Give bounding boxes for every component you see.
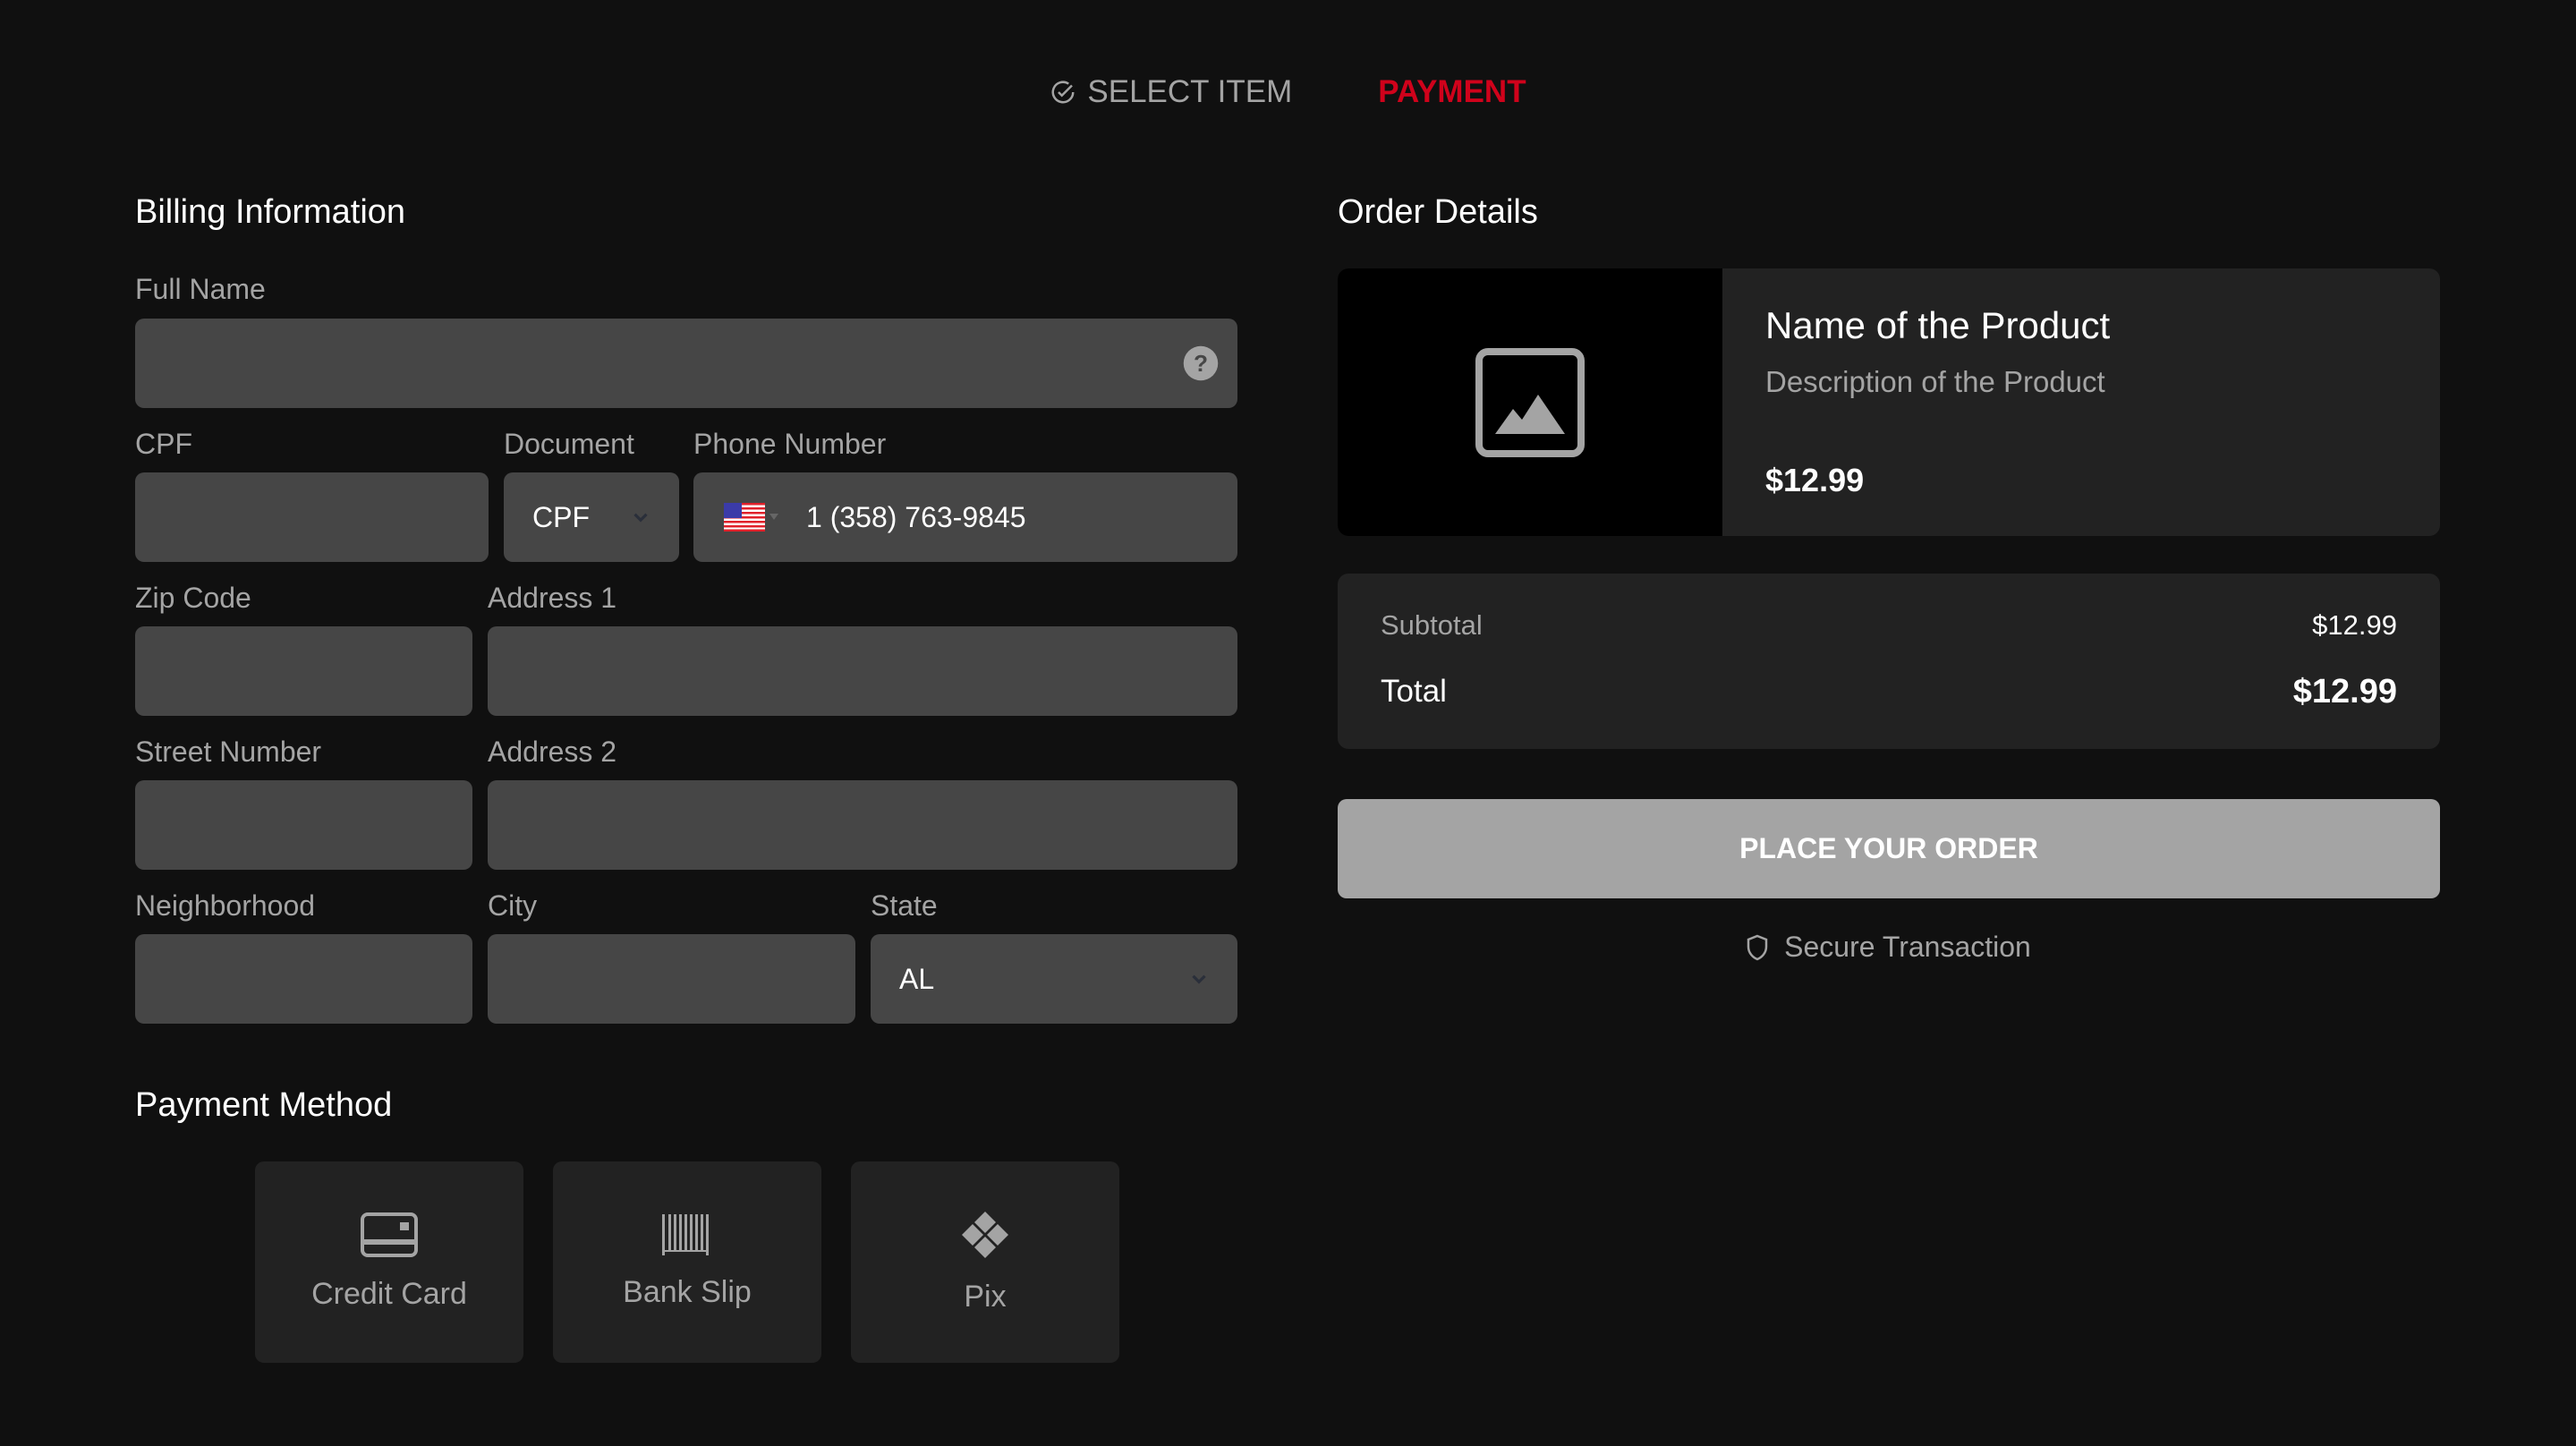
cpf-field[interactable] (135, 472, 489, 562)
barcode-icon (662, 1214, 709, 1255)
place-order-label: PLACE YOUR ORDER (1739, 832, 2038, 864)
address2-field[interactable] (488, 780, 1237, 870)
image-placeholder-icon (1475, 347, 1585, 457)
payment-method-title: Payment Method (135, 1086, 393, 1124)
checkout-stepper: SELECT ITEM PAYMENT (0, 70, 2576, 115)
address1-label: Address 1 (488, 582, 617, 614)
neighborhood-label: Neighborhood (135, 889, 316, 922)
zip-input[interactable] (135, 654, 472, 688)
cpf-label: CPF (135, 428, 192, 460)
subtotal-label: Subtotal (1381, 609, 1483, 641)
product-description: Description of the Product (1765, 365, 2105, 398)
product-card: Name of the Product Description of the P… (1338, 268, 2440, 536)
state-select[interactable]: AL (871, 934, 1237, 1024)
secure-transaction-label: Secure Transaction (1784, 931, 2031, 963)
document-select[interactable]: CPF (504, 472, 679, 562)
city-input[interactable] (488, 962, 855, 996)
svg-text:?: ? (1194, 350, 1208, 377)
document-selected: CPF (532, 500, 590, 533)
address2-label: Address 2 (488, 736, 617, 768)
billing-title: Billing Information (135, 193, 406, 231)
chevron-down-icon (633, 513, 648, 523)
caret-down-icon[interactable] (769, 513, 779, 522)
neighborhood-field[interactable] (135, 934, 472, 1024)
full-name-input[interactable] (135, 346, 1182, 380)
city-field[interactable] (488, 934, 855, 1024)
us-flag-icon[interactable] (724, 503, 765, 532)
product-image (1338, 268, 1722, 536)
payment-option-label: Bank Slip (623, 1275, 752, 1309)
order-details-title: Order Details (1338, 193, 1538, 231)
total-row: Total $12.99 (1381, 672, 2397, 711)
zip-label: Zip Code (135, 582, 251, 614)
address2-input[interactable] (488, 808, 1237, 842)
state-selected: AL (899, 962, 935, 995)
chevron-down-icon (1192, 974, 1206, 984)
street-number-input[interactable] (135, 808, 472, 842)
step-payment[interactable]: PAYMENT (1378, 74, 1526, 110)
product-info: Name of the Product Description of the P… (1722, 268, 2440, 536)
place-order-button[interactable]: PLACE YOUR ORDER (1338, 799, 2440, 898)
neighborhood-input[interactable] (135, 962, 472, 996)
full-name-label: Full Name (135, 273, 266, 305)
payment-options: Credit Card Bank Slip Pix (255, 1161, 1119, 1363)
cpf-input[interactable] (135, 500, 489, 534)
check-circle-icon (1051, 81, 1075, 104)
secure-transaction: Secure Transaction (1338, 931, 2440, 964)
full-name-field[interactable]: ? (135, 319, 1237, 408)
total-label: Total (1381, 674, 1447, 709)
subtotal-value: $12.99 (2312, 609, 2397, 641)
payment-option-pix[interactable]: Pix (851, 1161, 1119, 1363)
state-label: State (871, 889, 938, 922)
subtotal-row: Subtotal $12.99 (1381, 606, 2397, 645)
order-summary: Subtotal $12.99 Total $12.99 (1338, 574, 2440, 749)
question-circle-icon[interactable]: ? (1182, 344, 1220, 382)
phone-label: Phone Number (693, 428, 887, 460)
step-label: SELECT ITEM (1087, 74, 1293, 109)
product-price: $12.99 (1765, 462, 1865, 498)
phone-input[interactable] (779, 500, 1237, 534)
street-number-field[interactable] (135, 780, 472, 870)
step-select-item[interactable]: SELECT ITEM (1050, 74, 1292, 110)
city-label: City (488, 889, 538, 922)
shield-icon (1747, 934, 1768, 960)
payment-option-credit-card[interactable]: Credit Card (255, 1161, 523, 1363)
address1-field[interactable] (488, 626, 1237, 716)
payment-option-label: Pix (964, 1280, 1007, 1314)
credit-card-icon (361, 1212, 418, 1257)
zip-field[interactable] (135, 626, 472, 716)
document-label: Document (504, 428, 634, 460)
pix-icon (962, 1212, 1008, 1258)
payment-option-label: Credit Card (311, 1277, 467, 1311)
step-label: PAYMENT (1378, 74, 1526, 109)
address1-input[interactable] (488, 654, 1237, 688)
total-value: $12.99 (2292, 672, 2397, 710)
street-number-label: Street Number (135, 736, 322, 768)
phone-field[interactable] (693, 472, 1237, 562)
product-name: Name of the Product (1765, 304, 2111, 346)
payment-option-bank-slip[interactable]: Bank Slip (553, 1161, 821, 1363)
